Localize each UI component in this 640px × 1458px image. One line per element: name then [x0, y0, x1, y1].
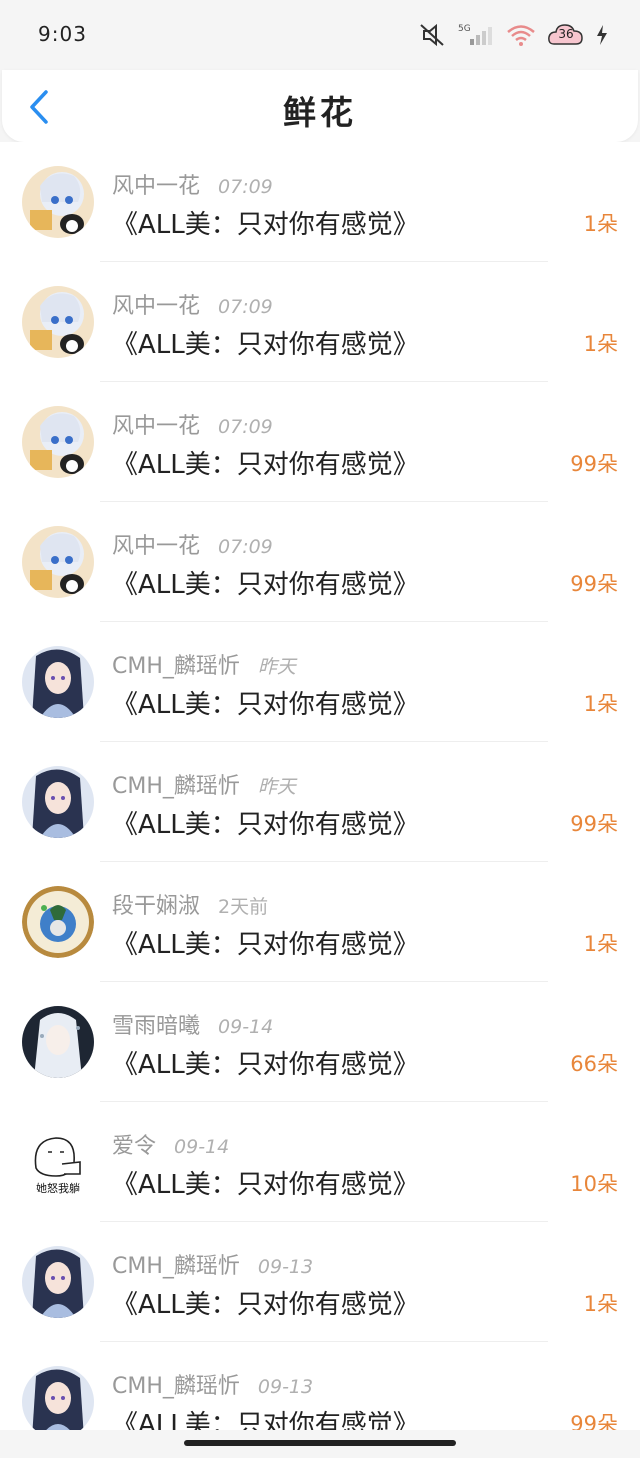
- flower-count: 66朵: [570, 1052, 618, 1076]
- battery-icon: 36: [548, 22, 584, 48]
- status-icons: 5G 36: [418, 22, 608, 48]
- send-time: 07:09: [218, 536, 273, 558]
- wifi-icon: [506, 23, 536, 47]
- charging-icon: [596, 25, 608, 45]
- book-title[interactable]: 《ALL美：只对你有感觉》: [112, 1044, 419, 1081]
- sender-line: CMH_麟瑶忻 09-13: [112, 1368, 313, 1400]
- send-time: 07:09: [218, 296, 273, 318]
- sender-line: 爱令 09-14: [112, 1128, 229, 1160]
- flower-count: 10朵: [570, 1172, 618, 1196]
- send-time: 昨天: [257, 656, 296, 678]
- signal-icon: 5G: [458, 22, 494, 48]
- book-title[interactable]: 《ALL美：只对你有感觉》: [112, 1164, 419, 1201]
- status-time: 9:03: [38, 22, 87, 46]
- send-time: 09-14: [174, 1136, 230, 1158]
- flower-count: 99朵: [570, 452, 618, 476]
- book-title[interactable]: 《ALL美：只对你有感觉》: [112, 444, 419, 481]
- flower-count: 99朵: [570, 572, 618, 596]
- sender-line: 雪雨暗曦 09-14: [112, 1008, 273, 1040]
- book-title[interactable]: 《ALL美：只对你有感觉》: [112, 564, 419, 601]
- book-title[interactable]: 《ALL美：只对你有感觉》: [112, 1284, 419, 1321]
- avatar[interactable]: [22, 1246, 94, 1318]
- gift-row[interactable]: 风中一花 07:09 《ALL美：只对你有感觉》 1朵: [0, 262, 640, 382]
- gift-row[interactable]: 风中一花 07:09 《ALL美：只对你有感觉》 1朵: [0, 142, 640, 262]
- network-label: 5G: [458, 24, 471, 34]
- book-title[interactable]: 《ALL美：只对你有感觉》: [112, 924, 419, 961]
- mute-icon: [418, 22, 446, 48]
- sender-line: 风中一花 07:09: [112, 528, 273, 560]
- status-bar: 9:03 5G 36: [0, 0, 640, 70]
- flower-count: 99朵: [570, 1412, 618, 1430]
- avatar[interactable]: [22, 766, 94, 838]
- sender-name[interactable]: 风中一花: [112, 288, 200, 320]
- sender-line: 段干娴淑 2天前: [112, 888, 268, 920]
- avatar[interactable]: [22, 286, 94, 358]
- flower-count: 1朵: [583, 332, 618, 356]
- sender-line: 风中一花 07:09: [112, 408, 273, 440]
- avatar[interactable]: [22, 526, 94, 598]
- sender-line: 风中一花 07:09: [112, 288, 273, 320]
- send-time: 2天前: [218, 896, 269, 918]
- flower-count: 99朵: [570, 812, 618, 836]
- book-title[interactable]: 《ALL美：只对你有感觉》: [112, 804, 419, 841]
- avatar[interactable]: [22, 1006, 94, 1078]
- avatar[interactable]: 她怒我躺: [22, 1126, 94, 1198]
- send-time: 09-14: [218, 1016, 274, 1038]
- sender-name[interactable]: 爱令: [112, 1128, 156, 1160]
- flower-count: 1朵: [583, 692, 618, 716]
- sender-name[interactable]: CMH_麟瑶忻: [112, 1368, 240, 1400]
- gift-row[interactable]: CMH_麟瑶忻 昨天 《ALL美：只对你有感觉》 99朵: [0, 742, 640, 862]
- gift-row[interactable]: 风中一花 07:09 《ALL美：只对你有感觉》 99朵: [0, 502, 640, 622]
- flower-count: 1朵: [583, 212, 618, 236]
- page-title: 鲜花: [283, 93, 357, 132]
- book-title[interactable]: 《ALL美：只对你有感觉》: [112, 204, 419, 241]
- sender-name[interactable]: 风中一花: [112, 168, 200, 200]
- gift-row[interactable]: 雪雨暗曦 09-14 《ALL美：只对你有感觉》 66朵: [0, 982, 640, 1102]
- flower-gift-list[interactable]: 风中一花 07:09 《ALL美：只对你有感觉》 1朵 风中一花 07:09 《…: [0, 142, 640, 1430]
- gift-row[interactable]: CMH_麟瑶忻 09-13 《ALL美：只对你有感觉》 99朵: [0, 1342, 640, 1430]
- meme-caption: 她怒我躺: [36, 1181, 80, 1195]
- send-time: 07:09: [218, 416, 273, 438]
- gift-row[interactable]: 她怒我躺 爱令 09-14 《ALL美：只对你有感觉》 10朵: [0, 1102, 640, 1222]
- sender-name[interactable]: 雪雨暗曦: [112, 1008, 200, 1040]
- gift-row[interactable]: 风中一花 07:09 《ALL美：只对你有感觉》 99朵: [0, 382, 640, 502]
- flower-count: 1朵: [583, 932, 618, 956]
- gift-row[interactable]: 段干娴淑 2天前 《ALL美：只对你有感觉》 1朵: [0, 862, 640, 982]
- book-title[interactable]: 《ALL美：只对你有感觉》: [112, 324, 419, 361]
- book-title[interactable]: 《ALL美：只对你有感觉》: [112, 1404, 419, 1430]
- book-title[interactable]: 《ALL美：只对你有感觉》: [112, 684, 419, 721]
- avatar[interactable]: [22, 886, 94, 958]
- flower-count: 1朵: [583, 1292, 618, 1316]
- battery-level: 36: [558, 27, 574, 41]
- sender-line: CMH_麟瑶忻 昨天: [112, 648, 296, 680]
- avatar[interactable]: [22, 166, 94, 238]
- avatar[interactable]: [22, 1366, 94, 1430]
- sender-line: CMH_麟瑶忻 09-13: [112, 1248, 313, 1280]
- sender-name[interactable]: CMH_麟瑶忻: [112, 1248, 240, 1280]
- sender-name[interactable]: 风中一花: [112, 528, 200, 560]
- home-indicator[interactable]: [184, 1440, 456, 1446]
- sender-name[interactable]: CMH_麟瑶忻: [112, 648, 240, 680]
- gift-row[interactable]: CMH_麟瑶忻 昨天 《ALL美：只对你有感觉》 1朵: [0, 622, 640, 742]
- sender-name[interactable]: 风中一花: [112, 408, 200, 440]
- send-time: 09-13: [257, 1256, 314, 1278]
- send-time: 09-13: [257, 1376, 314, 1398]
- gift-row[interactable]: CMH_麟瑶忻 09-13 《ALL美：只对你有感觉》 1朵: [0, 1222, 640, 1342]
- avatar[interactable]: [22, 646, 94, 718]
- send-time: 07:09: [218, 176, 273, 198]
- sender-line: 风中一花 07:09: [112, 168, 273, 200]
- sender-name[interactable]: 段干娴淑: [112, 888, 200, 920]
- header-bar: 鲜花: [2, 70, 638, 142]
- sender-name[interactable]: CMH_麟瑶忻: [112, 768, 240, 800]
- avatar[interactable]: [22, 406, 94, 478]
- sender-line: CMH_麟瑶忻 昨天: [112, 768, 296, 800]
- send-time: 昨天: [257, 776, 296, 798]
